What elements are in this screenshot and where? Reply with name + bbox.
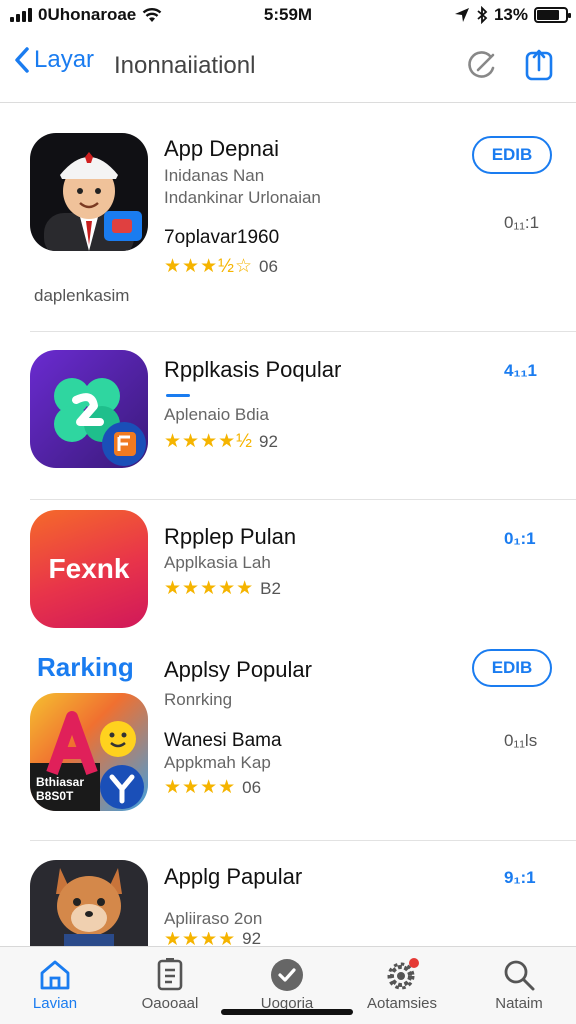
app-rating: ★★★½☆ 06: [164, 255, 278, 278]
star-rating-icon: ★★★★: [164, 932, 237, 946]
app-developer: Wanesi Bama: [164, 730, 282, 751]
app-rating: ★★★★½ 92: [164, 430, 278, 453]
row-divider: [30, 331, 576, 332]
app-title[interactable]: Rpplep Pulan: [164, 524, 296, 550]
app-icon-applsy-popular[interactable]: Bthiasar B8S0T: [30, 693, 148, 811]
tab-lavian[interactable]: Lavian: [0, 955, 110, 1012]
app-size: 0₁₁ls: [504, 731, 538, 750]
app-subtitle-secondary: Indankinar Urlonaian: [164, 188, 321, 207]
share-icon[interactable]: [522, 48, 556, 82]
fox-character-icon: [56, 868, 122, 946]
row-divider: [30, 840, 576, 841]
chevron-left-icon: [15, 47, 29, 73]
app-icon-app-depnai[interactable]: [30, 133, 148, 251]
nav-divider: [0, 102, 576, 103]
back-label: Layar: [34, 46, 95, 73]
app-developer: 7oplavar1960: [164, 227, 280, 248]
rating-count: 92: [242, 932, 262, 946]
accent-underline: [166, 394, 190, 397]
app-subtitle: Ronrking: [164, 690, 233, 709]
app-icon-rpplep-pulan[interactable]: Fexnk: [30, 510, 148, 628]
row-divider: [30, 499, 576, 500]
get-button[interactable]: EDIB: [472, 136, 552, 174]
bluetooth-icon: [477, 6, 488, 24]
status-bar: 0Uhonaroae 5:59M 13%: [0, 0, 576, 32]
app-size: 4₁₁1: [504, 361, 537, 380]
app-size: 9₁:1: [504, 868, 536, 887]
rating-count: 92: [258, 431, 278, 451]
rating-count: 06: [258, 256, 278, 276]
back-button[interactable]: Layar: [14, 46, 94, 74]
clover-logo-icon: [54, 378, 146, 466]
app-icon-applg-papular[interactable]: [30, 860, 148, 946]
app-subtitle: Inidanas Nan: [164, 166, 265, 185]
edit-icon[interactable]: [464, 48, 498, 82]
app-icon-rpplkasis-poqular[interactable]: [30, 350, 148, 468]
document-icon: [157, 958, 183, 991]
tab-label: Oaooaal: [141, 995, 199, 1012]
app-subtitle: Applkasia Lah: [164, 553, 271, 572]
star-rating-icon: ★★★★: [164, 777, 237, 798]
battery-percent: 13%: [493, 5, 528, 24]
app-caption: daplenkasim: [34, 286, 130, 305]
app-subtitle: Apliiraso 2on: [164, 909, 263, 928]
tab-label: Lavian: [32, 995, 78, 1012]
app-size: 0₁₁:1: [504, 213, 540, 232]
doctor-character-icon: [44, 152, 142, 251]
tab-label: Nataim: [495, 995, 543, 1012]
get-button[interactable]: EDIB: [472, 649, 552, 687]
app-title[interactable]: Rpplkasis Poqular: [164, 357, 341, 383]
location-icon: [454, 8, 469, 22]
search-icon: [504, 960, 535, 991]
status-right: 13%: [454, 5, 571, 25]
app-icon-badge-text: Bthiasar B8S0T: [36, 775, 85, 803]
gear-icon: [387, 958, 419, 990]
tab-oaooaal[interactable]: Oaooaal: [115, 955, 225, 1012]
star-rating-icon: ★★★★½: [164, 431, 253, 452]
app-subtitle-secondary: Appkmah Kap: [164, 753, 271, 772]
tab-aotamsies[interactable]: Aotamsies: [347, 955, 457, 1012]
app-size: 0₁:1: [504, 529, 536, 548]
navigation-bar: Layar Inonnaiiationl: [0, 36, 576, 98]
home-indicator[interactable]: [221, 1009, 353, 1015]
star-rating-icon: ★★★½☆: [164, 256, 253, 277]
home-icon: [40, 960, 70, 990]
app-title[interactable]: Applsy Popular: [164, 657, 312, 683]
star-rating-icon: ★★★★★: [164, 578, 255, 599]
rating-count: 06: [242, 777, 262, 797]
tab-nataim[interactable]: Nataim: [464, 955, 574, 1012]
app-subtitle: Aplenaio Bdia: [164, 405, 269, 424]
rating-count: B2: [260, 578, 281, 598]
tab-label: Aotamsies: [366, 995, 438, 1012]
app-rating: ★★★★ 06: [164, 776, 261, 799]
app-title[interactable]: Applg Papular: [164, 864, 302, 890]
battery-icon: [534, 7, 571, 23]
page-title: Inonnaiiationl: [114, 52, 256, 79]
app-icon-wordmark: Fexnk: [48, 553, 130, 584]
check-circle-icon: [271, 959, 303, 991]
section-heading-ranking: Rarking: [37, 652, 134, 682]
app-rating: ★★★★ 92: [164, 932, 261, 946]
app-rating: ★★★★★ B2: [164, 577, 281, 600]
app-title[interactable]: App Depnai: [164, 136, 279, 162]
tab-uogoria[interactable]: Uogoria: [232, 955, 342, 1012]
